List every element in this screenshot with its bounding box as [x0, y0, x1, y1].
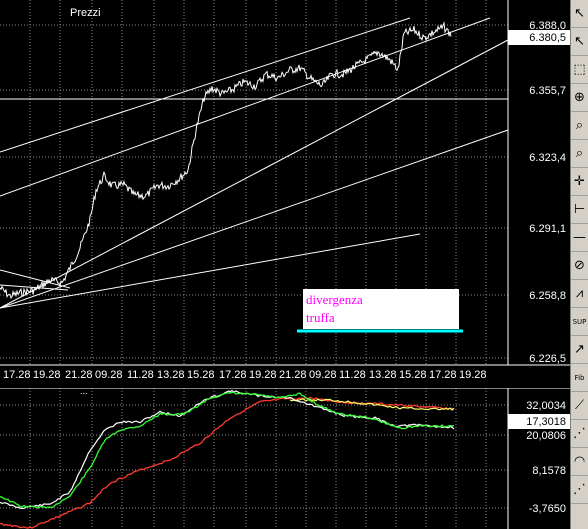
- indicator-panel-title: ...: [80, 388, 88, 396]
- zigzag-button[interactable]: ⩘: [571, 280, 588, 308]
- chart-window: Prezzi divergenza truffa 6.388,0 6.355,7 6…: [0, 0, 588, 529]
- price-y-tick: 6.323,4: [529, 152, 566, 164]
- arrow-cursor-button[interactable]: ↖: [571, 0, 588, 28]
- gann-fan-button[interactable]: ⋰: [571, 420, 588, 448]
- price-x-tick: 13.28: [157, 369, 185, 381]
- indicator-y-tick: 8,1578: [532, 465, 566, 477]
- price-x-tick: 11.28: [127, 369, 154, 381]
- price-y-tick: 6.355,7: [529, 85, 566, 97]
- pointer-cursor-button[interactable]: ↖: [571, 28, 588, 56]
- price-x-tick: 15.28: [187, 369, 215, 381]
- crosshair-icon: ✛: [574, 174, 585, 189]
- fan-small-icon: ⋰: [573, 482, 586, 497]
- price-x-tick: 19.28: [459, 369, 487, 381]
- price-x-tick: 19.28: [33, 369, 61, 381]
- annotation-line1: divergenza: [306, 292, 363, 307]
- support-label-icon: SUP: [572, 317, 587, 326]
- price-y-tick: 6.258,8: [529, 290, 566, 302]
- gann-fan-icon: ⋰: [573, 426, 586, 441]
- indicator-y-tick: -3,7650: [529, 503, 566, 515]
- annotation-line2: truffa: [306, 310, 335, 325]
- arc-icon: ◠: [573, 454, 586, 469]
- price-y-tick: 6.291,1: [529, 223, 566, 235]
- crosshair-button[interactable]: ✛: [571, 168, 588, 196]
- fan-small-button[interactable]: ⋰: [571, 476, 588, 504]
- ruler-icon: ⊢: [573, 202, 586, 217]
- price-x-tick: 17.28: [429, 369, 457, 381]
- price-x-tick: 19.28: [249, 369, 277, 381]
- zoom-icon: ⊕: [574, 90, 585, 105]
- magnifier-icon: ⌕: [575, 118, 584, 133]
- fibonacci-button[interactable]: Fib: [571, 364, 588, 392]
- trend-button[interactable]: ↗: [571, 336, 588, 364]
- price-x-tick: 11.28: [339, 369, 366, 381]
- horizontal-line-button[interactable]: —: [571, 224, 588, 252]
- horizontal-line-icon: —: [573, 230, 586, 245]
- price-x-tick: 15.28: [399, 369, 427, 381]
- ruler-button[interactable]: ⊢: [571, 196, 588, 224]
- trend-icon: ↗: [574, 342, 585, 357]
- price-x-tick: 09.28: [309, 369, 337, 381]
- indicator-y-tick: 32,0034: [526, 400, 566, 412]
- arrow-cursor-icon: ↖: [574, 6, 585, 21]
- pointer-cursor-icon: ↖: [574, 34, 585, 49]
- price-x-tick: 09.28: [95, 369, 123, 381]
- fan-lines-button[interactable]: ⟋: [571, 392, 588, 420]
- indicator-chart[interactable]: ... 32,0034 20,0806 8,1578 -3,7650 17,3018: [0, 388, 570, 529]
- magnifier-button[interactable]: ⌕: [571, 112, 588, 140]
- fan-lines-icon: ⟋: [574, 398, 585, 413]
- price-x-tick: 21.28: [65, 369, 93, 381]
- zoom-button[interactable]: ⊕: [571, 84, 588, 112]
- select-cursor-icon: ⬚: [573, 62, 586, 77]
- price-x-tick: 17.28: [3, 369, 31, 381]
- price-x-tick: 17.28: [219, 369, 247, 381]
- arc-button[interactable]: ◠: [571, 448, 588, 476]
- tool-button[interactable]: ⊘: [571, 252, 588, 280]
- zigzag-icon: ⩘: [575, 286, 584, 301]
- price-current-value: 6.380,5: [529, 32, 566, 44]
- support-label-button[interactable]: SUP: [571, 308, 588, 336]
- price-y-tick: 6.226,5: [529, 353, 566, 365]
- price-x-tick: 21.28: [279, 369, 307, 381]
- select-cursor-button[interactable]: ⬚: [571, 56, 588, 84]
- price-panel-title: Prezzi: [70, 7, 101, 19]
- drawing-toolbar: ↖ ↖ ⬚ ⊕ ⌕ ⌕ ✛ ⊢ — ⊘ ⩘ SUP ↗ Fib ⟋ ⋰ ◠ ⋰: [570, 0, 588, 529]
- indicator-y-tick: 20,0806: [526, 430, 566, 442]
- price-x-tick: 13.28: [369, 369, 397, 381]
- price-x-axis: 17.28 19.28 21.28 09.28 11.28 13.28 15.28 17.28…: [3, 369, 487, 381]
- search-chart-button[interactable]: ⌕: [571, 140, 588, 168]
- fibonacci-icon: Fib: [574, 373, 585, 382]
- indicator-current-value: 17,3018: [526, 416, 566, 428]
- price-chart[interactable]: Prezzi divergenza truffa 6.388,06.355,76…: [0, 0, 570, 382]
- search-chart-icon: ⌕: [575, 146, 584, 161]
- tool-icon: ⊘: [574, 258, 585, 273]
